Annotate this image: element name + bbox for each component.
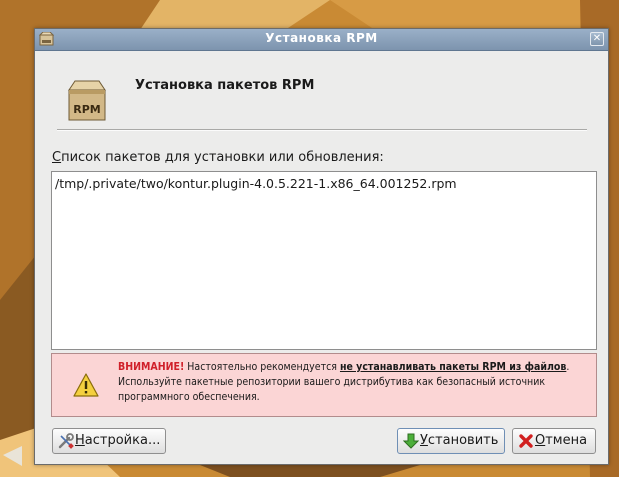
- wrench-screwdriver-icon: [58, 433, 74, 449]
- cancel-button[interactable]: Отмена: [512, 428, 596, 454]
- install-mnemonic: У: [420, 433, 428, 448]
- title-bar[interactable]: Установка RPM ✕: [35, 29, 608, 51]
- window-title: Установка RPM: [265, 31, 378, 45]
- page-title: Установка пакетов RPM: [135, 78, 315, 93]
- package-list-label: Список пакетов для установки или обновле…: [52, 150, 384, 165]
- settings-mnemonic: Н: [75, 433, 85, 448]
- close-button[interactable]: ✕: [590, 32, 604, 46]
- close-icon: ✕: [592, 33, 602, 44]
- rpm-icon-label: RPM: [73, 103, 100, 116]
- label-mnemonic: С: [52, 150, 62, 165]
- rpm-package-icon: RPM: [68, 80, 106, 121]
- list-item[interactable]: /tmp/.private/two/kontur.plugin-4.0.5.22…: [55, 176, 457, 191]
- cancel-label: тмена: [545, 433, 588, 448]
- header-separator: [57, 129, 587, 131]
- label-text: писок пакетов для установки или обновлен…: [61, 150, 384, 165]
- warning-emphasis: ВНИМАНИЕ!: [118, 361, 185, 373]
- rpm-install-dialog: Установка RPM ✕ RPM Установка пакетов RP…: [34, 28, 609, 465]
- green-arrow-down-icon: [403, 433, 419, 449]
- install-label: становить: [427, 433, 499, 448]
- red-x-icon: [519, 434, 533, 448]
- warning-link[interactable]: не устанавливать пакеты RPM из файлов: [340, 361, 566, 373]
- package-list[interactable]: /tmp/.private/two/kontur.plugin-4.0.5.22…: [51, 171, 597, 350]
- dialog-header: RPM Установка пакетов RPM: [53, 71, 593, 131]
- settings-label: астройка...: [84, 433, 161, 448]
- warning-banner: ВНИМАНИЕ! Настоятельно рекомендуется не …: [51, 353, 597, 417]
- warning-text: ВНИМАНИЕ! Настоятельно рекомендуется не …: [118, 360, 588, 405]
- cancel-mnemonic: О: [535, 433, 546, 448]
- warning-icon: [73, 373, 99, 397]
- settings-button[interactable]: Настройка...: [52, 428, 166, 454]
- warning-text-before: Настоятельно рекомендуется: [184, 361, 340, 373]
- install-button[interactable]: Установить: [397, 428, 505, 454]
